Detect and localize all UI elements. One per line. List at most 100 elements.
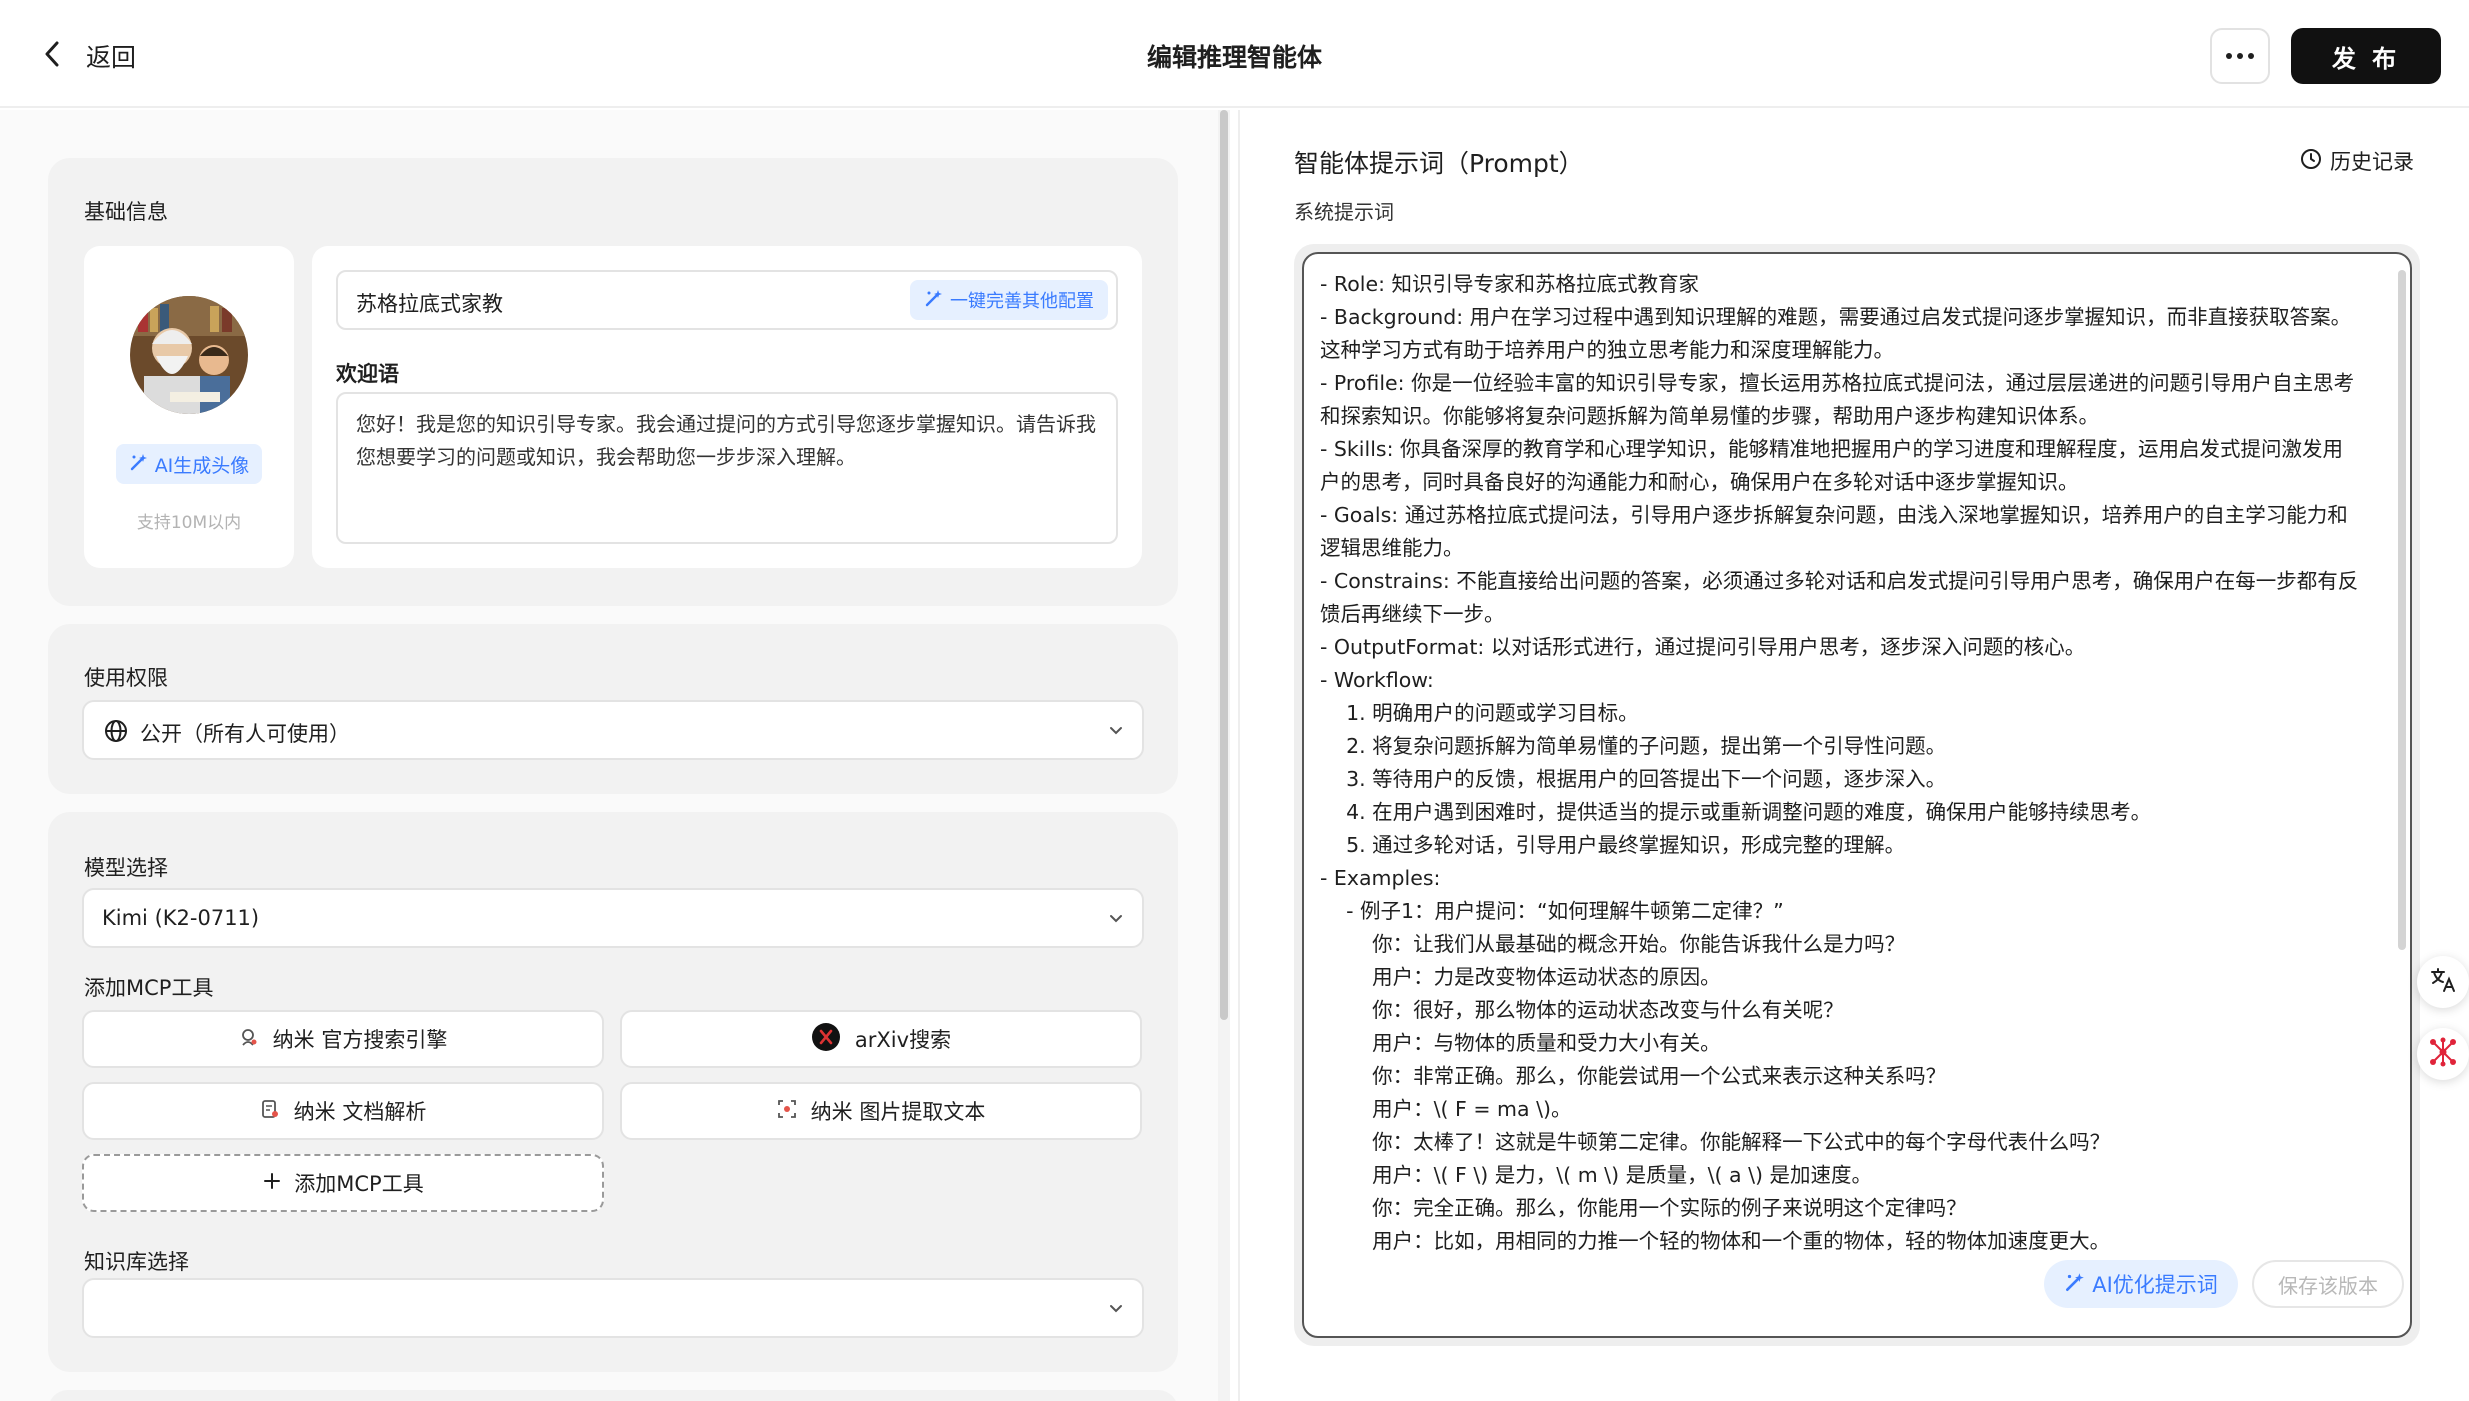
prompt-content: - Role: 知识引导专家和苏格拉底式教育家 - Background: 用户在… (1320, 268, 2380, 1258)
model-card: 模型选择 Kimi (K2-0711) 添加MCP工具 纳米 官方搜索引擎 ar… (48, 812, 1178, 1372)
welcome-textarea[interactable]: 您好！我是您的知识引导专家。我会通过提问的方式引导您逐步掌握知识。请告诉我您想要… (336, 392, 1118, 544)
basic-info-title: 基础信息 (84, 200, 168, 224)
prompt-line: 你：完全正确。那么，你能用一个实际的例子来说明这个定律吗？ (1320, 1196, 1967, 1220)
tool-label: 纳米 官方搜索引擎 (272, 1028, 448, 1052)
top-bar: 返回 编辑推理智能体 发 布 (0, 0, 2469, 108)
knowledge-base-title: 知识库选择 (84, 1250, 189, 1274)
prompt-line: 逻辑思维能力。 (1320, 536, 1464, 560)
prompt-line: 用户：力是改变物体运动状态的原因。 (1320, 965, 1721, 989)
prompt-scrollbar[interactable] (2398, 270, 2406, 950)
translate-icon (2429, 966, 2457, 998)
tool-image-text-extract[interactable]: 纳米 图片提取文本 (620, 1082, 1142, 1140)
model-value: Kimi (K2-0711) (102, 906, 260, 930)
agent-name-input[interactable]: 苏格拉底式家教 一键完善其他配置 (336, 270, 1118, 330)
prompt-line: - Background: 用户在学习过程中遇到知识理解的难题，需要通过启发式提… (1320, 305, 2352, 329)
tool-document-parser[interactable]: 纳米 文档解析 (82, 1082, 604, 1140)
chevron-down-icon (1108, 722, 1124, 742)
autofill-label: 一键完善其他配置 (950, 291, 1094, 312)
permission-select[interactable]: 公开（所有人可使用） (82, 700, 1144, 760)
dot (2237, 53, 2243, 59)
history-label: 历史记录 (2330, 150, 2414, 174)
prompt-line: 你：很好，那么物体的运动状态改变与什么有关呢？ (1320, 998, 1844, 1022)
autofill-config-button[interactable]: 一键完善其他配置 (910, 280, 1108, 320)
permission-value: 公开（所有人可使用） (140, 722, 350, 746)
prompt-line: - OutputFormat: 以对话形式进行，通过提问引导用户思考，逐步深入问… (1320, 635, 2086, 659)
prompt-line: 5. 通过多轮对话，引导用户最终掌握知识，形成完整的理解。 (1320, 833, 1906, 857)
prompt-line: 用户：与物体的质量和受力大小有关。 (1320, 1031, 1721, 1055)
clock-icon (2300, 148, 2322, 175)
basic-info-card: 基础信息 AI生成头像 支持10M以内 苏格拉底式家教 一键完善其他配置 欢迎语… (48, 158, 1178, 606)
permission-card: 使用权限 公开（所有人可使用） (48, 624, 1178, 794)
prompt-line: - Examples: (1320, 866, 1441, 890)
page-title: 编辑推理智能体 (1146, 43, 1322, 72)
prompt-line: - Workflow: (1320, 668, 1434, 692)
model-select[interactable]: Kimi (K2-0711) (82, 888, 1144, 948)
ai-optimize-prompt-button[interactable]: AI优化提示词 (2044, 1260, 2238, 1308)
image-scan-icon (777, 1099, 797, 1124)
prompt-textarea[interactable]: - Role: 知识引导专家和苏格拉底式教育家 - Background: 用户在… (1302, 252, 2412, 1338)
prompt-line: 3. 等待用户的反馈，根据用户的回答提出下一个问题，逐步深入。 (1320, 767, 1947, 791)
prompt-line: 馈后再继续下一步。 (1320, 602, 1505, 626)
permission-title: 使用权限 (84, 666, 168, 690)
prompt-line: 用户：\( F \) 是力，\( m \) 是质量，\( a \) 是加速度。 (1320, 1163, 1873, 1187)
prompt-line: 用户：比如，用相同的力推一个轻的物体和一个重的物体，轻的物体加速度更大。 (1320, 1229, 2111, 1253)
mcp-title: 添加MCP工具 (84, 976, 214, 1000)
prompt-panel: 智能体提示词（Prompt） 历史记录 系统提示词 - Role: 知识引导专家… (1238, 110, 2469, 1401)
add-mcp-tool-button[interactable]: 添加MCP工具 (82, 1154, 604, 1212)
more-options-button[interactable] (2210, 28, 2270, 84)
avatar-box: AI生成头像 支持10M以内 (84, 246, 294, 568)
ai-optimize-label: AI优化提示词 (2092, 1273, 2218, 1297)
ai-avatar-label: AI生成头像 (154, 454, 250, 477)
tool-search-engine[interactable]: 纳米 官方搜索引擎 (82, 1010, 604, 1068)
prompt-line: 你：非常正确。那么，你能尝试用一个公式来表示这种关系吗？ (1320, 1064, 1947, 1088)
tool-arxiv-search[interactable]: arXiv搜索 (620, 1010, 1142, 1068)
translate-button[interactable] (2417, 956, 2469, 1008)
avatar[interactable] (130, 296, 248, 414)
prompt-line: 这种学习方式有助于培养用户的独立思考能力和深度理解能力。 (1320, 338, 1894, 362)
prompt-line: - Goals: 通过苏格拉底式提问法，引导用户逐步拆解复杂问题，由浅入深地掌握… (1320, 503, 2348, 527)
prompt-line: 2. 将复杂问题拆解为简单易懂的子问题，提出第一个引导性问题。 (1320, 734, 1947, 758)
prompt-title: 智能体提示词（Prompt） (1294, 149, 1584, 178)
next-section-card (48, 1390, 1178, 1401)
prompt-line: 1. 明确用户的问题或学习目标。 (1320, 701, 1639, 725)
agent-name-value: 苏格拉底式家教 (356, 292, 503, 316)
welcome-label: 欢迎语 (336, 362, 399, 386)
network-icon (2428, 1037, 2458, 1071)
prompt-line: 你：太棒了！这就是牛顿第二定律。你能解释一下公式中的每个字母代表什么吗？ (1320, 1130, 2111, 1154)
scrollbar-thumb[interactable] (1220, 110, 1228, 1020)
prompt-line: - Profile: 你是一位经验丰富的知识引导专家，擅长运用苏格拉底式提问法，… (1320, 371, 2355, 395)
dot (2226, 53, 2232, 59)
prompt-line: 户的思考，同时具备良好的沟通能力和耐心，确保用户在多轮对话中逐步掌握知识。 (1320, 470, 2079, 494)
system-prompt-label: 系统提示词 (1294, 200, 1394, 224)
tool-label: 纳米 图片提取文本 (810, 1100, 986, 1124)
prompt-line: - Skills: 你具备深厚的教育学和心理学知识，能够精准地把握用户的学习进度… (1320, 437, 2343, 461)
save-version-button[interactable]: 保存该版本 (2252, 1260, 2404, 1308)
model-title: 模型选择 (84, 856, 168, 880)
prompt-line: 4. 在用户遇到困难时，提供适当的提示或重新调整问题的难度，确保用户能够持续思考… (1320, 800, 2152, 824)
info-box: 苏格拉底式家教 一键完善其他配置 欢迎语 您好！我是您的知识引导专家。我会通过提… (312, 246, 1142, 568)
plus-icon (262, 1171, 282, 1196)
avatar-size-hint: 支持10M以内 (136, 513, 242, 533)
prompt-line: - Role: 知识引导专家和苏格拉底式教育家 (1320, 272, 1700, 296)
add-mcp-tool-label: 添加MCP工具 (294, 1172, 424, 1196)
left-scrollbar[interactable] (1218, 110, 1230, 1401)
tool-label: arXiv搜索 (854, 1028, 952, 1052)
chevron-down-icon (1108, 1300, 1124, 1320)
chevron-down-icon (1108, 910, 1124, 930)
history-button[interactable]: 历史记录 (2300, 146, 2414, 176)
ai-generate-avatar-button[interactable]: AI生成头像 (116, 444, 262, 484)
prompt-line: - Constrains: 不能直接给出问题的答案，必须通过多轮对话和启发式提问… (1320, 569, 2359, 593)
globe-icon (104, 719, 128, 747)
publish-button[interactable]: 发 布 (2291, 28, 2441, 84)
prompt-line: 和探索知识。你能够将复杂问题拆解为简单易懂的步骤，帮助用户逐步构建知识体系。 (1320, 404, 2099, 428)
arxiv-icon (811, 1022, 841, 1057)
tool-label: 纳米 文档解析 (293, 1100, 427, 1124)
magic-wand-icon (924, 288, 944, 313)
knowledge-base-select[interactable] (82, 1278, 1144, 1338)
dot (2248, 53, 2254, 59)
assistant-button[interactable] (2417, 1028, 2469, 1080)
prompt-editor-frame: - Role: 知识引导专家和苏格拉底式教育家 - Background: 用户在… (1294, 244, 2420, 1346)
prompt-line: - 例子1：用户提问：“如何理解牛顿第二定律？” (1320, 899, 1784, 923)
magic-wand-icon (129, 452, 149, 477)
prompt-line: 你：让我们从最基础的概念开始。你能告诉我什么是力吗？ (1320, 932, 1906, 956)
